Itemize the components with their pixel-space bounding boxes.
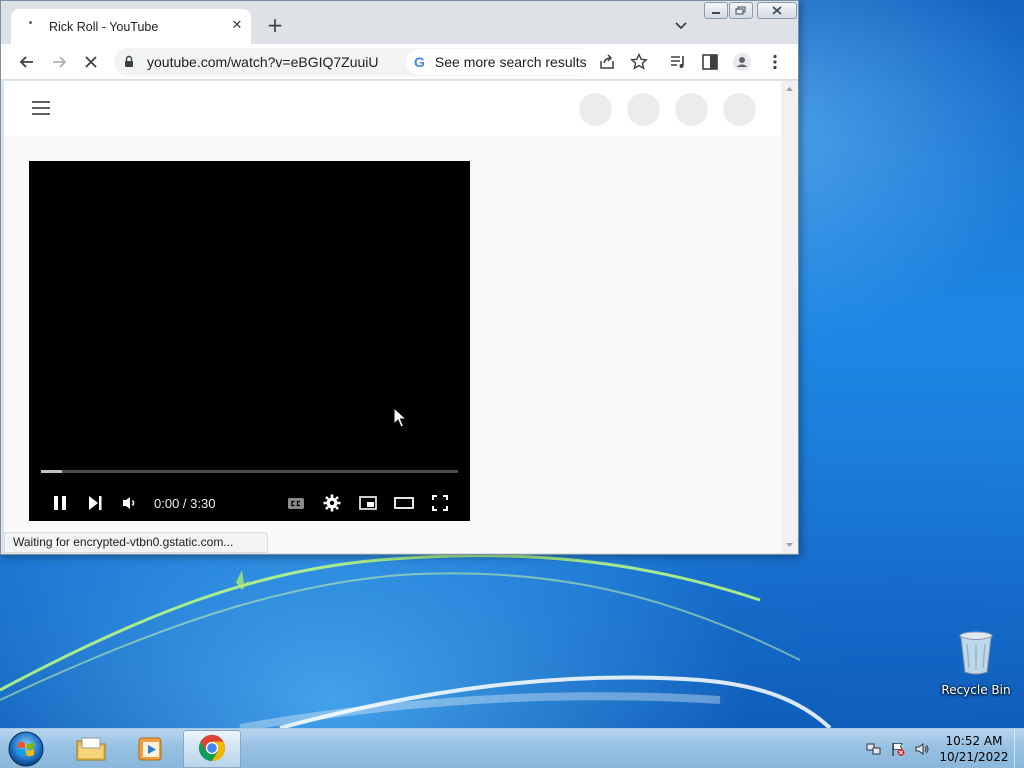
page-content: 0:00 / 3:30 — [4, 81, 781, 553]
settings-button[interactable] — [321, 492, 343, 514]
mouse-cursor-icon — [393, 407, 407, 428]
lock-icon[interactable] — [124, 55, 134, 68]
taskbar-media-player[interactable] — [122, 730, 180, 768]
fullscreen-icon — [432, 495, 448, 511]
next-button[interactable] — [84, 492, 106, 514]
tab-active[interactable]: Rick Roll - YouTube ✕ — [11, 9, 251, 44]
start-button[interactable] — [6, 730, 46, 768]
search-suggestion-chip[interactable]: G See more search results — [406, 49, 595, 75]
network-icon[interactable] — [866, 741, 882, 757]
scroll-up-icon[interactable] — [785, 85, 794, 94]
scroll-down-icon[interactable] — [785, 540, 794, 549]
clock-time: 10:52 AM — [945, 734, 1003, 748]
side-panel-icon[interactable] — [700, 52, 720, 72]
profile-avatar-icon[interactable] — [732, 52, 752, 72]
stop-loading-icon[interactable] — [81, 52, 101, 72]
chrome-window: Rick Roll - YouTube ✕ + youtube.com/watc… — [0, 0, 799, 555]
browser-toolbar: youtube.com/watch?v=eBGIQ7ZuuiU G See mo… — [1, 44, 798, 80]
volume-icon — [123, 497, 135, 509]
media-player-icon — [138, 737, 162, 761]
skip-next-icon — [89, 496, 102, 510]
more-menu-icon[interactable] — [765, 52, 785, 72]
header-placeholder-circle — [675, 93, 708, 126]
page-scrollbar[interactable] — [781, 81, 798, 553]
show-desktop-button[interactable] — [1014, 729, 1024, 768]
theater-mode-button[interactable] — [393, 492, 415, 514]
fullscreen-button[interactable] — [429, 492, 451, 514]
taskbar-explorer[interactable] — [62, 730, 120, 768]
tab-strip: Rick Roll - YouTube ✕ + — [1, 1, 798, 44]
folder-icon — [76, 737, 106, 761]
address-bar[interactable]: youtube.com/watch?v=eBGIQ7ZuuiU G See mo… — [114, 48, 595, 76]
captions-icon — [288, 498, 304, 509]
progress-bar[interactable] — [41, 470, 458, 473]
pause-button[interactable] — [49, 492, 71, 514]
restore-button[interactable] — [729, 2, 753, 19]
header-placeholder-circle — [723, 93, 756, 126]
minimize-icon — [712, 12, 720, 14]
tab-title: Rick Roll - YouTube — [49, 19, 159, 34]
recycle-bin-label: Recycle Bin — [941, 683, 1011, 697]
captions-button[interactable] — [285, 492, 307, 514]
system-clock[interactable]: 10:52 AM 10/21/2022 — [936, 733, 1012, 765]
progress-bar-fill — [41, 470, 62, 473]
bookmark-star-icon[interactable] — [629, 52, 649, 72]
clock-date: 10/21/2022 — [939, 750, 1009, 764]
restore-icon — [735, 6, 746, 15]
search-suggestion-label: See more search results — [434, 54, 587, 70]
time-display: 0:00 / 3:30 — [154, 496, 216, 511]
youtube-header — [4, 81, 781, 136]
video-player[interactable]: 0:00 / 3:30 — [29, 161, 470, 521]
pause-icon — [54, 496, 66, 510]
action-center-flag-icon[interactable] — [890, 741, 906, 757]
google-g-icon: G — [414, 54, 425, 70]
tab-close-icon[interactable]: ✕ — [229, 18, 245, 34]
mute-button[interactable] — [119, 492, 141, 514]
status-bubble: Waiting for encrypted-vtbn0.gstatic.com.… — [4, 532, 268, 553]
close-window-icon — [772, 6, 782, 15]
miniplayer-button[interactable] — [357, 492, 379, 514]
new-tab-button[interactable]: + — [263, 14, 287, 38]
forward-arrow-icon[interactable] — [49, 52, 69, 72]
theater-mode-icon — [394, 497, 414, 509]
gear-icon — [323, 494, 341, 512]
taskbar-chrome[interactable] — [183, 730, 241, 768]
miniplayer-icon — [359, 496, 377, 510]
minimize-button[interactable] — [704, 2, 728, 19]
close-window-button[interactable] — [757, 2, 797, 19]
speaker-icon[interactable] — [914, 741, 930, 757]
taskbar: 10:52 AM 10/21/2022 — [0, 728, 1024, 768]
recycle-bin[interactable]: Recycle Bin — [940, 630, 1012, 697]
header-placeholder-circle — [579, 93, 612, 126]
loading-favicon-icon — [23, 19, 39, 35]
recycle-bin-icon — [959, 631, 993, 675]
back-arrow-icon[interactable] — [17, 52, 37, 72]
url-text[interactable]: youtube.com/watch?v=eBGIQ7ZuuiU — [147, 54, 402, 70]
media-control-icon[interactable] — [668, 52, 688, 72]
share-icon[interactable] — [597, 52, 617, 72]
chrome-icon — [198, 734, 226, 762]
header-placeholder-circle — [627, 93, 660, 126]
tab-search-chevron-icon[interactable] — [671, 15, 691, 35]
hamburger-menu-icon[interactable] — [32, 101, 50, 115]
